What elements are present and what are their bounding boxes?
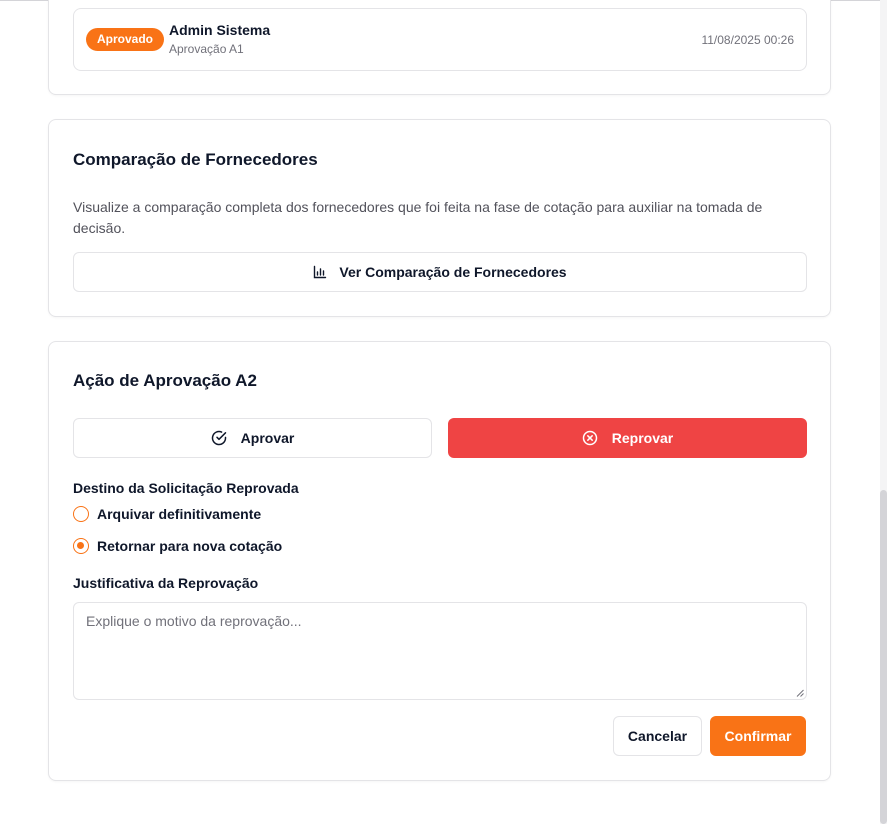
justification-textarea[interactable] (73, 602, 807, 700)
reject-button[interactable]: Reprovar (448, 418, 807, 458)
bar-chart-icon (313, 265, 327, 279)
radio-archive-label: Arquivar definitivamente (97, 506, 262, 522)
view-comparison-label: Ver Comparação de Fornecedores (339, 264, 567, 280)
approval-action-card: Ação de Aprovação A2 Aprovar Reprovar De… (48, 341, 831, 781)
x-circle-icon (582, 430, 598, 446)
radio-archive[interactable] (73, 506, 89, 522)
approve-button[interactable]: Aprovar (73, 418, 432, 458)
scrollbar-thumb[interactable] (880, 490, 887, 824)
reject-label: Reprovar (611, 430, 674, 446)
status-badge: Aprovado (86, 28, 165, 51)
approval-stage: Aprovação A1 (169, 42, 244, 56)
approval-timestamp: 11/08/2025 00:26 (701, 33, 794, 47)
comparison-title: Comparação de Fornecedores (73, 150, 318, 169)
justification-label: Justificativa da Reprovação (73, 575, 259, 591)
check-circle-icon (211, 430, 227, 446)
radio-return[interactable] (73, 538, 89, 554)
approve-label: Aprovar (240, 430, 295, 446)
radio-return-option[interactable]: Retornar para nova cotação (73, 538, 282, 554)
radio-return-label: Retornar para nova cotação (97, 538, 283, 554)
approver-name: Admin Sistema (169, 22, 271, 38)
comparison-description: Visualize a comparação completa dos forn… (73, 199, 763, 236)
radio-archive-option[interactable]: Arquivar definitivamente (73, 506, 261, 522)
resize-handle-icon[interactable] (796, 689, 804, 697)
view-comparison-button[interactable]: Ver Comparação de Fornecedores (73, 252, 807, 292)
action-title: Ação de Aprovação A2 (73, 371, 257, 390)
approval-history-entry: Aprovado Admin Sistema Aprovação A1 11/0… (73, 8, 807, 71)
cancel-button[interactable]: Cancelar (613, 716, 702, 756)
supplier-comparison-card: Comparação de Fornecedores Visualize a c… (48, 119, 831, 317)
confirm-button[interactable]: Confirmar (710, 716, 806, 756)
destination-label: Destino da Solicitação Reprovada (73, 480, 299, 496)
approval-history-card: Aprovado Admin Sistema Aprovação A1 11/0… (48, 0, 831, 95)
